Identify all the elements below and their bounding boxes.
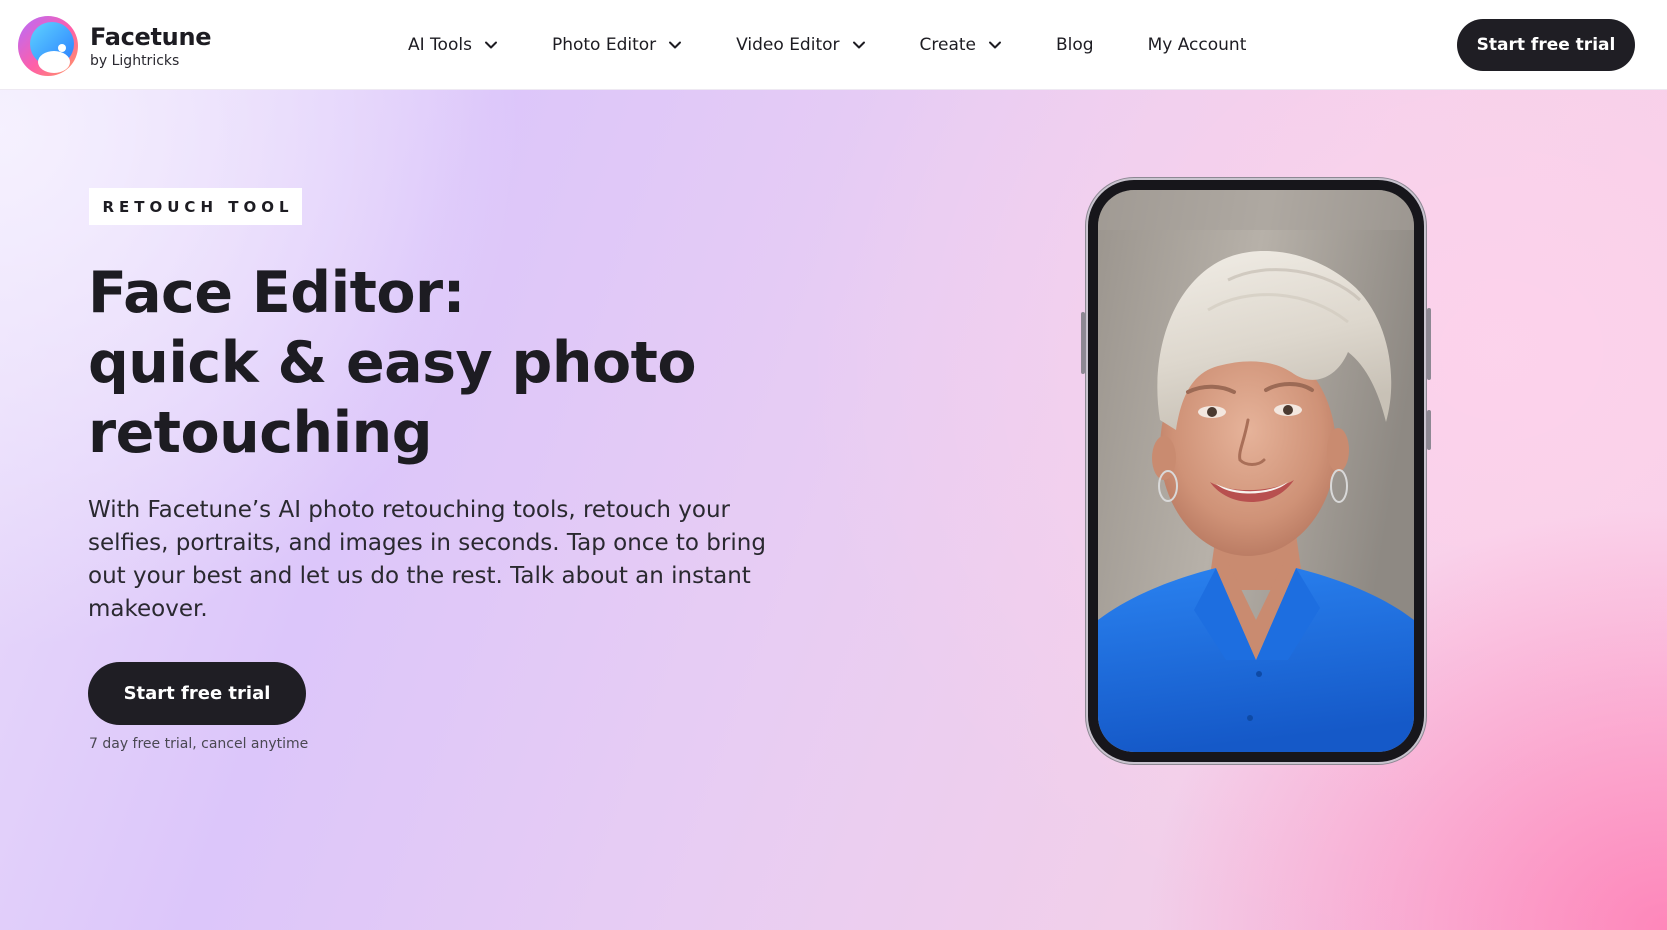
title-line: Face Editor: [88, 260, 465, 326]
page-title: Face Editor: quick & easy photo retouchi… [88, 258, 808, 468]
nav-item-label: Video Editor [736, 35, 840, 55]
nav-item-create[interactable]: Create [920, 35, 1003, 55]
main-nav: AI Tools Photo Editor Video Editor Creat… [408, 0, 1300, 90]
nav-item-label: Create [919, 35, 977, 55]
trial-note: 7 day free trial, cancel anytime [89, 736, 309, 752]
nav-item-my-account[interactable]: My Account [1148, 35, 1247, 55]
title-line: retouching [88, 400, 433, 466]
nav-item-label: Photo Editor [551, 35, 657, 55]
chevron-down-icon [989, 41, 1002, 49]
facetune-logo-icon [18, 16, 78, 76]
phone-mockup [1081, 180, 1431, 762]
nav-item-blog[interactable]: Blog [1056, 35, 1094, 55]
phone-side-button [1427, 410, 1431, 450]
phone-side-button [1427, 308, 1431, 380]
hero-section: RETOUCH TOOL Face Editor: quick & easy p… [0, 90, 1667, 930]
brand-byline: by Lightricks [90, 52, 180, 69]
hero-description: With Facetune’s AI photo retouching tool… [88, 497, 766, 622]
nav-item-video-editor[interactable]: Video Editor [736, 35, 865, 55]
nav-item-ai-tools[interactable]: AI Tools [408, 35, 498, 55]
chevron-down-icon [484, 41, 497, 49]
tool-badge: RETOUCH TOOL [89, 188, 302, 225]
nav-item-label: My Account [1147, 35, 1247, 55]
title-line: quick & easy photo [88, 330, 697, 396]
site-header: Facetune by Lightricks AI Tools Photo Ed… [0, 0, 1667, 90]
nav-item-label: Blog [1056, 35, 1094, 55]
nav-item-label: AI Tools [408, 35, 472, 55]
portrait-photo [1098, 190, 1414, 752]
chevron-down-icon [669, 41, 682, 49]
brand-logo[interactable]: Facetune by Lightricks [17, 15, 212, 77]
brand-name: Facetune [90, 22, 212, 51]
hero-start-trial-button[interactable]: Start free trial [88, 662, 306, 725]
phone-side-button [1081, 312, 1085, 374]
chevron-down-icon [852, 41, 865, 49]
header-start-trial-button[interactable]: Start free trial [1457, 19, 1635, 71]
nav-item-photo-editor[interactable]: Photo Editor [552, 35, 682, 55]
